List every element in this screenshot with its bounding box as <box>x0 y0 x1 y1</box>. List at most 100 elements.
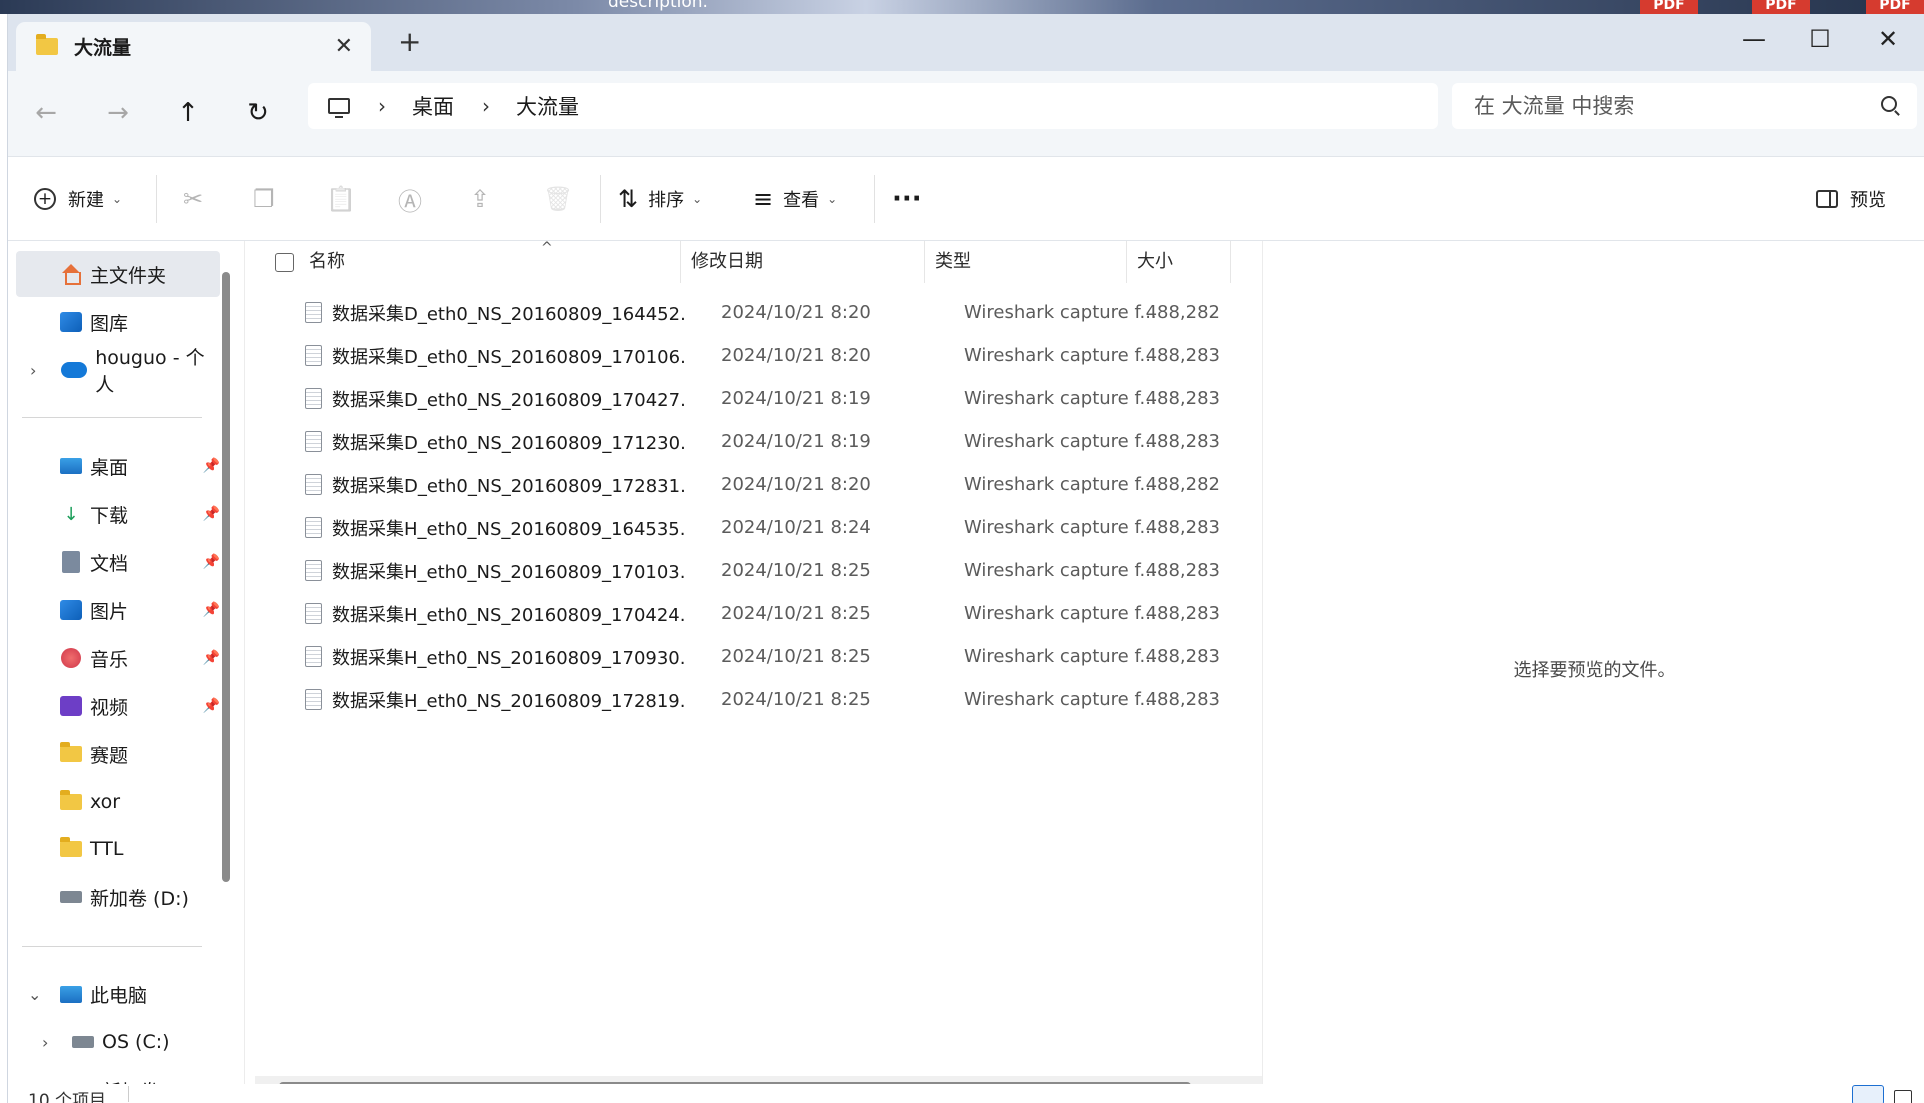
details-view-button[interactable] <box>1852 1085 1884 1103</box>
sidebar-item-documents[interactable]: 文档 📌 <box>16 539 220 585</box>
file-date: 2024/10/21 8:25 <box>721 646 871 667</box>
rename-button[interactable]: Ⓐ <box>398 183 432 216</box>
sidebar-item-folder-saiti[interactable]: 赛题 <box>16 731 220 777</box>
sidebar-item-videos[interactable]: 视频 📌 <box>16 683 220 729</box>
up-button[interactable]: ↑ <box>168 93 208 133</box>
search-icon[interactable] <box>1881 96 1897 112</box>
file-name: 数据采集D_eth0_NS_20160809_164452.p... <box>332 303 685 325</box>
table-row[interactable]: 数据采集D_eth0_NS_20160809_170427.p... 2024/… <box>245 377 1263 420</box>
table-row[interactable]: 数据采集H_eth0_NS_20160809_170103.p... 2024/… <box>245 549 1263 592</box>
breadcrumb-item-current[interactable]: 大流量 <box>516 91 579 121</box>
pdf-desktop-icon[interactable]: PDF <box>1640 0 1698 14</box>
file-size: 488,283 <box>1145 689 1220 710</box>
table-row[interactable]: 数据采集D_eth0_NS_20160809_171230.p... 2024/… <box>245 420 1263 463</box>
pin-icon[interactable]: 📌 <box>203 458 220 474</box>
sort-icon: ⇅ <box>618 185 639 213</box>
table-row[interactable]: 数据采集H_eth0_NS_20160809_164535.p... 2024/… <box>245 506 1263 549</box>
maximize-button[interactable]: ☐ <box>1792 22 1848 56</box>
table-row[interactable]: 数据采集H_eth0_NS_20160809_170424.p... 2024/… <box>245 592 1263 635</box>
file-date: 2024/10/21 8:19 <box>721 388 871 409</box>
column-header-name[interactable]: ^ 名称 <box>295 240 681 283</box>
sidebar-item-this-pc[interactable]: ⌄ 此电脑 <box>16 971 220 1017</box>
pin-icon[interactable]: 📌 <box>203 698 220 714</box>
title-bar[interactable]: 大流量 ✕ + — ☐ ✕ <box>8 14 1924 71</box>
sort-button[interactable]: ⇅ 排序 ⌄ <box>618 183 702 215</box>
select-all-checkbox[interactable] <box>275 253 294 272</box>
sidebar-item-gallery[interactable]: 图库 <box>16 299 220 345</box>
pcap-file-icon <box>305 560 322 581</box>
close-window-button[interactable]: ✕ <box>1860 22 1916 56</box>
tiles-view-button[interactable] <box>1894 1090 1912 1103</box>
sidebar-item-drive-c[interactable]: › OS (C:) <box>16 1019 220 1065</box>
sidebar-item-pictures[interactable]: 图片 📌 <box>16 587 220 633</box>
sidebar-item-home[interactable]: 主文件夹 <box>16 251 220 297</box>
table-row[interactable]: 数据采集D_eth0_NS_20160809_164452.p... 2024/… <box>245 291 1263 334</box>
search-box[interactable] <box>1452 83 1917 129</box>
folder-icon <box>60 790 82 812</box>
chevron-down-icon[interactable]: ⌄ <box>28 985 41 1004</box>
forward-button[interactable]: → <box>98 93 138 133</box>
sidebar-item-folder-ttl[interactable]: TTL <box>16 826 220 872</box>
file-size: 488,283 <box>1145 431 1220 452</box>
table-row[interactable]: 数据采集D_eth0_NS_20160809_172831.p... 2024/… <box>245 463 1263 506</box>
pictures-icon <box>60 600 82 620</box>
drive-icon <box>60 887 82 907</box>
sidebar-item-folder-xor[interactable]: xor <box>16 779 220 825</box>
chevron-down-icon: ⌄ <box>692 192 703 206</box>
sidebar-item-music[interactable]: 音乐 📌 <box>16 635 220 681</box>
more-options-button[interactable]: ··· <box>892 183 922 215</box>
table-row[interactable]: 数据采集D_eth0_NS_20160809_170106.p... 2024/… <box>245 334 1263 377</box>
column-header-date[interactable]: 修改日期 <box>681 241 925 283</box>
column-header-size[interactable]: 大小 <box>1127 241 1231 283</box>
select-all-column[interactable] <box>245 241 295 283</box>
pin-icon[interactable]: 📌 <box>203 602 220 618</box>
pin-icon[interactable]: 📌 <box>203 554 220 570</box>
breadcrumb-separator[interactable]: › <box>482 94 490 118</box>
new-tab-button[interactable]: + <box>398 28 421 56</box>
sidebar-item-desktop[interactable]: 桌面 📌 <box>16 443 220 489</box>
share-button[interactable]: ⇪ <box>470 183 500 215</box>
file-date: 2024/10/21 8:24 <box>721 517 871 538</box>
pin-icon[interactable]: 📌 <box>203 650 220 666</box>
view-button[interactable]: ≡ 查看 ⌄ <box>753 183 837 215</box>
pdf-desktop-icon[interactable]: PDF <box>1752 0 1810 14</box>
back-button[interactable]: ← <box>26 93 66 133</box>
preview-pane-icon <box>1816 190 1838 208</box>
navigation-scrollbar[interactable] <box>222 272 230 882</box>
delete-button[interactable]: 🗑 <box>543 183 583 215</box>
preview-pane-button[interactable]: 预览 <box>1816 183 1886 215</box>
tab-active[interactable]: 大流量 ✕ <box>16 22 371 71</box>
column-header-row: ^ 名称 修改日期 类型 大小 <box>245 240 1263 283</box>
this-pc-icon <box>60 984 82 1004</box>
chevron-right-icon[interactable]: › <box>42 1033 48 1052</box>
breadcrumb-separator[interactable]: › <box>378 94 386 118</box>
sidebar-item-drive-d[interactable]: 新加卷 (D:) <box>16 874 220 920</box>
chevron-down-icon: ⌄ <box>112 192 123 206</box>
sidebar-item-onedrive[interactable]: › houguo - 个人 <box>16 347 220 396</box>
pdf-desktop-icon[interactable]: PDF <box>1866 0 1924 14</box>
refresh-button[interactable]: ↻ <box>238 93 278 133</box>
documents-icon <box>60 551 82 573</box>
folder-icon <box>36 34 58 55</box>
search-input[interactable] <box>1474 94 1854 118</box>
chevron-right-icon[interactable]: › <box>30 361 36 380</box>
breadcrumb[interactable]: › 桌面 › 大流量 <box>308 83 1438 129</box>
this-pc-icon[interactable] <box>328 98 350 118</box>
cut-button[interactable]: ✂ <box>183 183 213 215</box>
sidebar-item-downloads[interactable]: ↓ 下载 📌 <box>16 491 220 537</box>
sidebar-item-label: TTL <box>90 838 124 860</box>
copy-button[interactable]: ❐ <box>253 183 285 215</box>
trash-icon: 🗑 <box>543 185 574 213</box>
sidebar-item-label: xor <box>90 791 121 813</box>
new-button[interactable]: + 新建 ⌄ <box>34 183 122 215</box>
pin-icon[interactable]: 📌 <box>203 506 220 522</box>
table-row[interactable]: 数据采集H_eth0_NS_20160809_170930.p... 2024/… <box>245 635 1263 678</box>
tab-close-button[interactable]: ✕ <box>335 34 353 59</box>
status-divider <box>128 1086 129 1102</box>
table-row[interactable]: 数据采集H_eth0_NS_20160809_172819.p... 2024/… <box>245 678 1263 721</box>
file-size: 488,283 <box>1145 517 1220 538</box>
column-header-type[interactable]: 类型 <box>925 241 1127 283</box>
breadcrumb-item-desktop[interactable]: 桌面 <box>412 91 454 121</box>
minimize-button[interactable]: — <box>1726 22 1782 56</box>
paste-button[interactable]: 📋 <box>326 183 366 215</box>
